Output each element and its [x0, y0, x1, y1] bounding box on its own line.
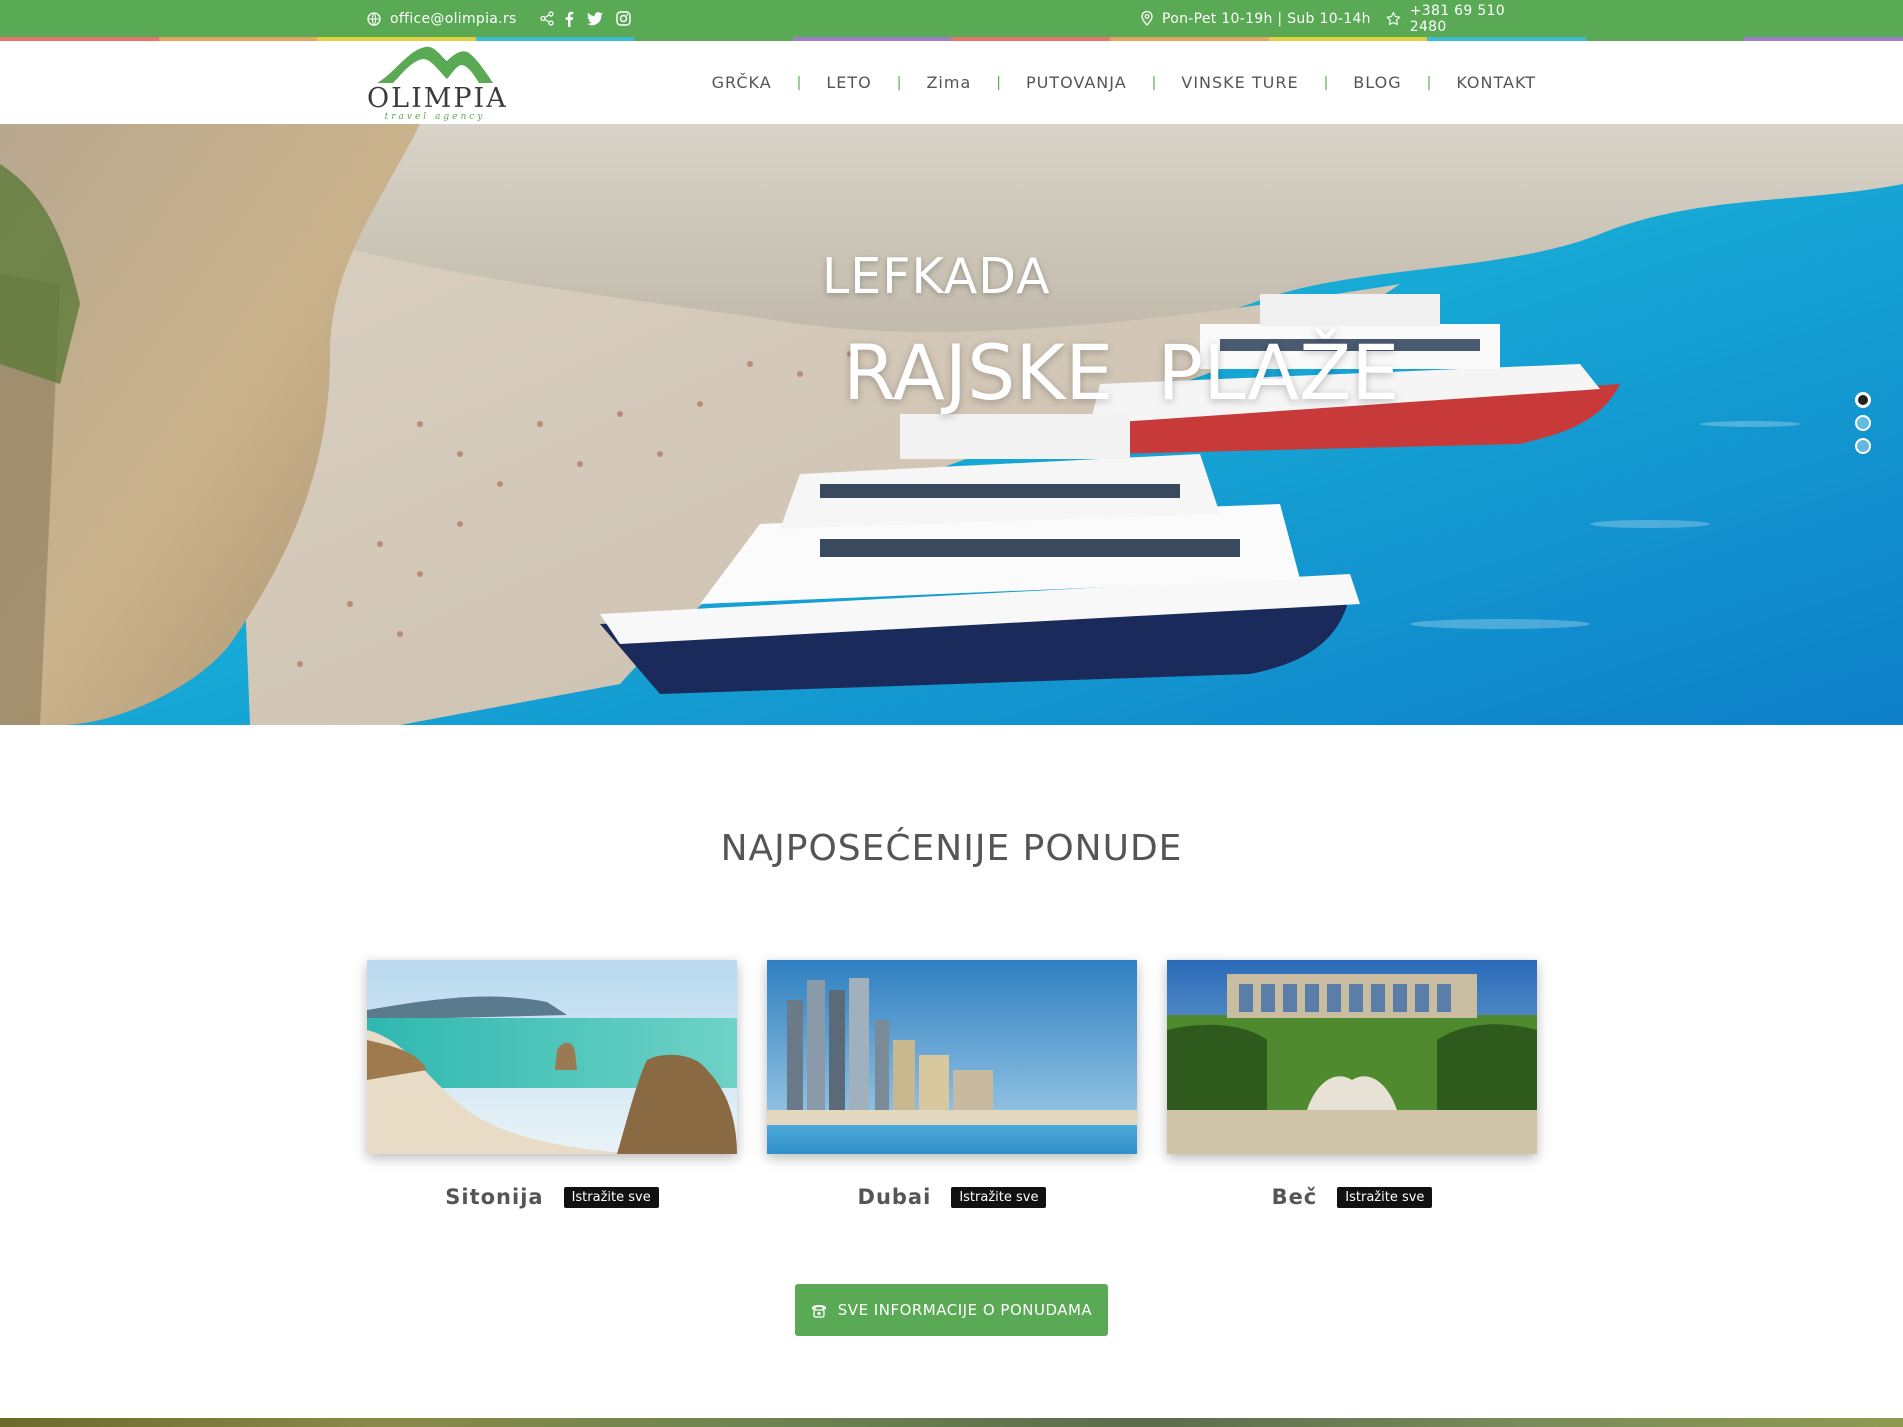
phone-text: +381 69 510 2480 — [1409, 2, 1505, 35]
phone-icon — [811, 1304, 826, 1318]
map-pin-icon — [1141, 11, 1153, 26]
explore-button[interactable]: Istražite sve — [1337, 1186, 1433, 1208]
explore-button[interactable]: Istražite sve — [563, 1186, 659, 1208]
sitonija-image[interactable] — [367, 960, 737, 1154]
slider-dot-2[interactable] — [1855, 415, 1871, 431]
mountain-logo-icon — [377, 46, 493, 83]
explore-button[interactable]: Istražite sve — [951, 1186, 1047, 1208]
nav-separator: | — [796, 74, 802, 91]
nav-item-grčka[interactable]: GRČKA — [712, 73, 772, 92]
nav-item-kontakt[interactable]: KONTAKT — [1456, 73, 1536, 92]
main-nav: GRČKA | LETO | Zima | PUTOVANJA | VINSKE TURE | BL… — [712, 41, 1536, 124]
facebook-icon[interactable] — [564, 11, 574, 27]
all-offers-button[interactable]: SVE INFORMACIJE O PONUDAMA — [795, 1284, 1108, 1336]
offer-title[interactable]: Beč — [1272, 1185, 1318, 1209]
nav-item-leto[interactable]: LETO — [826, 73, 871, 92]
hero-slider: LEFKADA RAJSKE PLAŽE — [0, 124, 1903, 725]
phone-link[interactable]: +381 69 510 2480 — [1386, 0, 1536, 37]
nav-separator: | — [1151, 74, 1157, 91]
offer-card-dubai[interactable]: Dubai Istražite sve — [767, 960, 1137, 1209]
hours-info: Pon-Pet 10-19h | Sub 10-14h — [1141, 0, 1371, 37]
all-offers-label: SVE INFORMACIJE O PONUDAMA — [837, 1301, 1093, 1319]
nav-separator: | — [1323, 74, 1329, 91]
hero-title: LEFKADA — [822, 248, 1051, 305]
site-header: OLIMPIA travel agency GRČKA | LETO | Zima | PU… — [0, 41, 1903, 124]
offer-card-sitonija[interactable]: Sitonija Istražite sve — [367, 960, 737, 1209]
nav-item-zima[interactable]: Zima — [926, 73, 971, 92]
footer-image-strip — [0, 1418, 1903, 1427]
slider-dot-1[interactable] — [1855, 392, 1871, 408]
offer-card-bec[interactable]: Beč Istražite sve — [1167, 960, 1537, 1209]
hours-text: Pon-Pet 10-19h | Sub 10-14h — [1162, 10, 1371, 27]
nav-separator: | — [996, 74, 1001, 91]
offers-heading: NAJPOSEĆENIJE PONUDE — [720, 828, 1183, 869]
share-icon[interactable] — [540, 11, 555, 26]
nav-separator: | — [896, 74, 902, 91]
logo-name: OLIMPIA — [367, 83, 508, 114]
star-icon — [1386, 11, 1401, 26]
hero-subtitle: RAJSKE PLAŽE — [843, 328, 1400, 417]
bec-image[interactable] — [1167, 960, 1537, 1154]
nav-separator: | — [1426, 74, 1432, 91]
logo[interactable]: OLIMPIA travel agency — [367, 41, 508, 124]
twitter-icon[interactable] — [587, 11, 603, 26]
email-text: office@olimpia.rs — [390, 10, 517, 27]
offer-title[interactable]: Dubai — [858, 1185, 932, 1209]
nav-item-vinske-ture[interactable]: VINSKE TURE — [1181, 73, 1298, 92]
slider-dot-3[interactable] — [1855, 438, 1871, 454]
nav-item-blog[interactable]: BLOG — [1353, 73, 1401, 92]
instagram-icon[interactable] — [616, 11, 631, 26]
dubai-image[interactable] — [767, 960, 1137, 1154]
hero-beach-image — [0, 124, 1903, 725]
nav-item-putovanja[interactable]: PUTOVANJA — [1026, 73, 1127, 92]
globe-icon — [367, 11, 381, 26]
logo-tagline: travel agency — [384, 112, 486, 122]
top-bar: office@olimpia.rs Pon-Pet 10-19h | Sub 1… — [0, 0, 1903, 37]
email-link[interactable]: office@olimpia.rs — [367, 0, 517, 37]
slider-dots — [1855, 392, 1871, 461]
offer-title[interactable]: Sitonija — [445, 1185, 543, 1209]
